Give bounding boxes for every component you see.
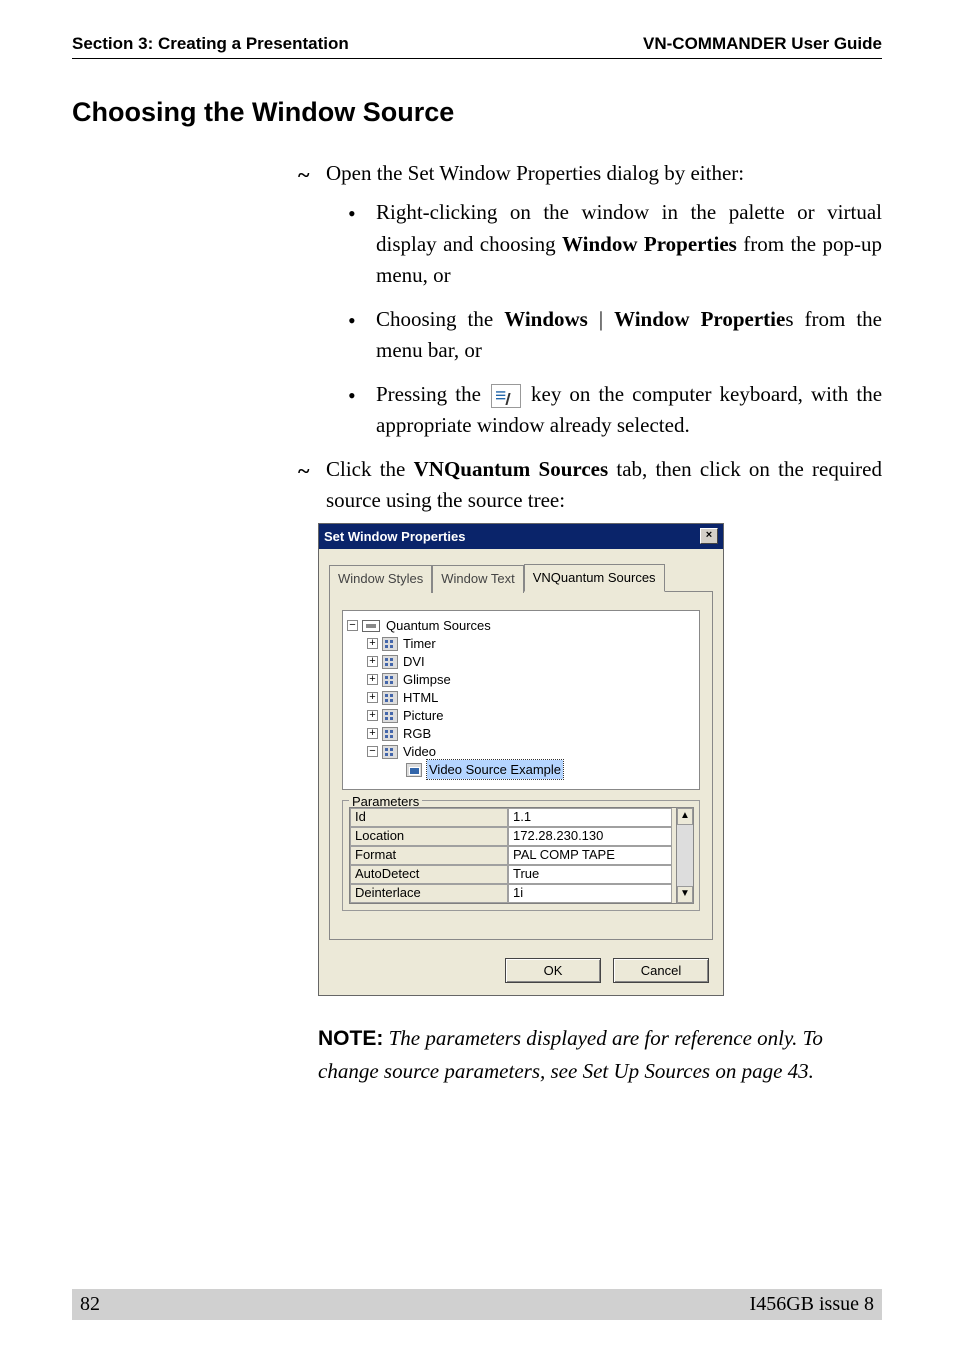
body-content: ~ Open the Set Window Properties dialog …	[298, 158, 882, 1088]
expand-icon[interactable]: +	[367, 638, 378, 649]
tree-item-video[interactable]: Video	[403, 742, 436, 762]
expand-icon[interactable]: +	[367, 674, 378, 685]
b2-bold2: Window Propertie	[614, 307, 785, 331]
param-key-format: Format	[350, 846, 508, 865]
parameters-table: Id1.1 Location172.28.230.130 FormatPAL C…	[349, 807, 693, 904]
step-open-text: Open the Set Window Properties dialog by…	[326, 158, 882, 191]
param-val-deinterlace: 1i	[508, 884, 672, 903]
bullet-menubar: • Choosing the Windows | Window Properti…	[348, 304, 882, 367]
tab-panel: − Quantum Sources + Timer + DVI + Glimpse +…	[329, 591, 713, 940]
bullet-dot-icon: •	[348, 379, 376, 442]
tilde-icon: ~	[298, 454, 326, 517]
source-type-icon	[382, 691, 398, 705]
monitor-icon	[406, 763, 422, 777]
source-type-icon	[382, 637, 398, 651]
header-section: Section 3: Creating a Presentation	[72, 34, 349, 54]
source-tree[interactable]: − Quantum Sources + Timer + DVI + Glimpse +…	[342, 610, 700, 790]
expand-icon[interactable]: +	[367, 692, 378, 703]
collapse-icon[interactable]: −	[347, 620, 358, 631]
table-row: Id1.1	[350, 808, 692, 827]
table-row: FormatPAL COMP TAPE	[350, 846, 692, 865]
bullet-dot-icon: •	[348, 304, 376, 367]
note-text: The parameters displayed are for referen…	[318, 1026, 823, 1084]
dialog-titlebar: Set Window Properties ×	[319, 524, 723, 550]
tree-item-glimpse[interactable]: Glimpse	[403, 670, 451, 690]
bullet-keyboard: • Pressing the key on the computer keybo…	[348, 379, 882, 442]
header-guide: VN-COMMANDER User Guide	[643, 34, 882, 54]
tree-item-rgb[interactable]: RGB	[403, 724, 431, 744]
issue-number: I456GB issue 8	[750, 1293, 874, 1316]
tree-item-selected[interactable]: Video Source Example	[427, 760, 563, 780]
source-type-icon	[382, 727, 398, 741]
page-footer: 82 I456GB issue 8	[0, 1289, 954, 1320]
tree-item-html[interactable]: HTML	[403, 688, 438, 708]
expand-icon[interactable]: +	[367, 656, 378, 667]
source-type-icon	[382, 655, 398, 669]
tilde-icon: ~	[298, 158, 326, 191]
tab-vnquantum-sources[interactable]: VNQuantum Sources	[524, 564, 665, 592]
scroll-up-icon[interactable]: ▲	[677, 808, 693, 825]
click-bold: VNQuantum Sources	[414, 457, 609, 481]
note-label: NOTE:	[318, 1027, 383, 1050]
dialog-title: Set Window Properties	[324, 527, 465, 547]
param-val-id: 1.1	[508, 808, 672, 827]
source-type-icon	[382, 673, 398, 687]
param-key-autodetect: AutoDetect	[350, 865, 508, 884]
set-window-properties-dialog: Set Window Properties × Window Styles Wi…	[318, 523, 724, 996]
expand-icon[interactable]: +	[367, 710, 378, 721]
param-val-location: 172.28.230.130	[508, 827, 672, 846]
device-icon	[362, 620, 380, 632]
close-icon[interactable]: ×	[700, 528, 718, 544]
table-row: AutoDetectTrue	[350, 865, 692, 884]
b3-pre: Pressing the	[376, 382, 489, 406]
b2-sep: |	[588, 307, 614, 331]
page-header: Section 3: Creating a Presentation VN-CO…	[72, 34, 882, 59]
bullet-dot-icon: •	[348, 197, 376, 292]
b2-bold1: Windows	[504, 307, 588, 331]
step-click-tab: ~ Click the VNQuantum Sources tab, then …	[298, 454, 882, 517]
collapse-icon[interactable]: −	[367, 746, 378, 757]
b1-bold: Window Properties	[562, 232, 737, 256]
param-val-autodetect: True	[508, 865, 672, 884]
tree-item-dvi[interactable]: DVI	[403, 652, 425, 672]
parameters-group: Parameters Id1.1 Location172.28.230.130 …	[342, 800, 700, 911]
cancel-button[interactable]: Cancel	[613, 958, 709, 983]
properties-key-icon	[491, 384, 521, 408]
b2-pre: Choosing the	[376, 307, 504, 331]
source-type-icon	[382, 709, 398, 723]
page-title: Choosing the Window Source	[72, 97, 882, 128]
step-open: ~ Open the Set Window Properties dialog …	[298, 158, 882, 191]
click-pre: Click the	[326, 457, 414, 481]
table-row: Deinterlace1i	[350, 884, 692, 903]
bullet-rightclick: • Right-clicking on the window in the pa…	[348, 197, 882, 292]
note-block: NOTE: The parameters displayed are for r…	[318, 1022, 882, 1088]
tree-item-picture[interactable]: Picture	[403, 706, 443, 726]
scroll-down-icon[interactable]: ▼	[677, 886, 693, 903]
expand-icon[interactable]: +	[367, 728, 378, 739]
tab-window-styles[interactable]: Window Styles	[329, 565, 432, 593]
param-key-location: Location	[350, 827, 508, 846]
param-val-format: PAL COMP TAPE	[508, 846, 672, 865]
source-type-icon	[382, 745, 398, 759]
param-key-id: Id	[350, 808, 508, 827]
tab-window-text[interactable]: Window Text	[432, 565, 523, 593]
tree-item-timer[interactable]: Timer	[403, 634, 436, 654]
tree-root-label[interactable]: Quantum Sources	[386, 616, 491, 636]
page-number: 82	[80, 1293, 100, 1316]
scrollbar[interactable]: ▲ ▼	[676, 807, 694, 904]
param-key-deinterlace: Deinterlace	[350, 884, 508, 903]
ok-button[interactable]: OK	[505, 958, 601, 983]
table-row: Location172.28.230.130	[350, 827, 692, 846]
